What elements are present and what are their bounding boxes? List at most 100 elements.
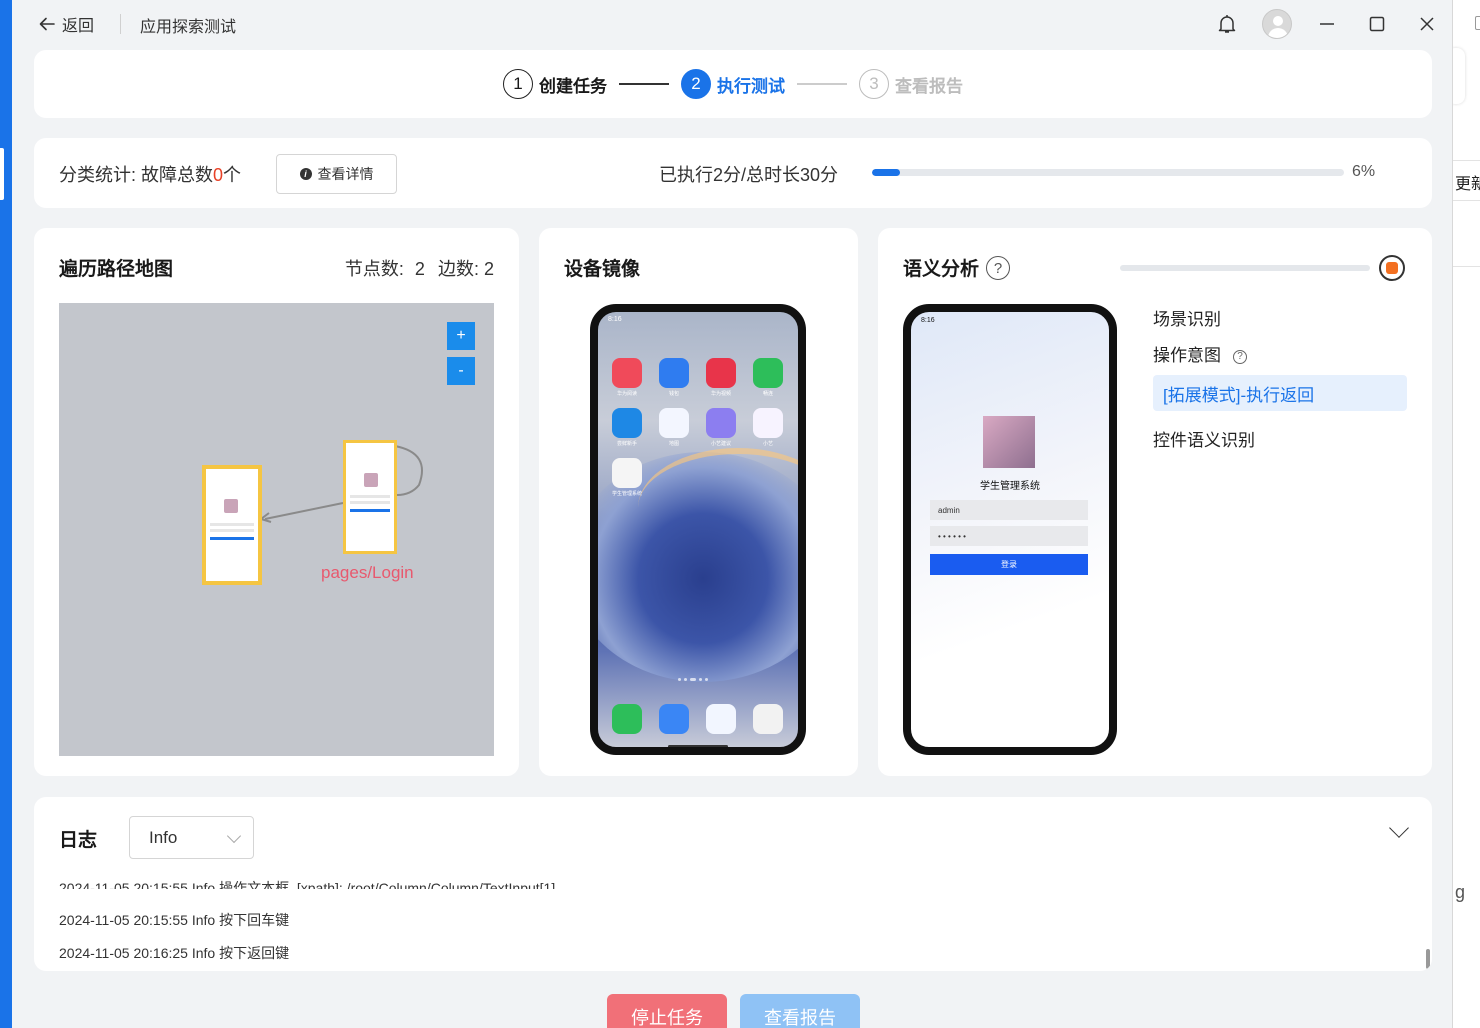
- user-avatar-button[interactable]: [1252, 0, 1302, 48]
- camera-app-icon[interactable]: [753, 704, 783, 734]
- log-line: 2024-11-05 20:15:55 Info 按下回车键: [59, 912, 290, 928]
- step-view-report: 3 查看报告: [859, 69, 963, 99]
- node-count-label: 节点数:: [344, 259, 404, 279]
- graph-node-selected[interactable]: [202, 465, 262, 585]
- book-app-icon[interactable]: [612, 358, 642, 388]
- log-level-select[interactable]: Info: [129, 816, 254, 859]
- step-number: 3: [859, 69, 889, 99]
- device-mirror-title: 设备镜像: [564, 259, 641, 280]
- update-text-fragment: 更新: [1455, 176, 1480, 193]
- divider: [1453, 160, 1480, 161]
- graph-counts: 节点数: 2 边数: 2: [345, 255, 494, 281]
- log-panel: 日志 Info 2024-11-05 20:15:55 Info 操作文本框, …: [34, 797, 1432, 971]
- app-caption: 钱包: [668, 391, 679, 397]
- view-details-button[interactable]: i 查看详情: [276, 154, 397, 194]
- background-window-edge: 更新 g: [1452, 0, 1480, 1028]
- login-button: 登录: [930, 554, 1088, 575]
- semantic-progress-bar: [1120, 265, 1370, 271]
- divider: [1453, 200, 1480, 201]
- sms-app-icon[interactable]: [659, 704, 689, 734]
- back-label: 返回: [62, 18, 95, 35]
- notification-bell-button[interactable]: [1202, 0, 1252, 48]
- beta-app-icon[interactable]: [612, 408, 642, 438]
- maximize-icon: [1369, 16, 1385, 32]
- semantic-title: 语义分析: [903, 259, 980, 280]
- node-count: 2: [414, 259, 425, 279]
- left-window-notch: [0, 148, 4, 200]
- fault-summary: 分类统计: 故障总数0个: [59, 161, 241, 187]
- phone-app-icon[interactable]: [612, 704, 642, 734]
- app-caption: 地图: [668, 441, 679, 447]
- background-card: [1453, 48, 1465, 104]
- step-connector: [619, 83, 669, 85]
- titlebar-controls: [1202, 0, 1452, 48]
- statistics-bar: 分类统计: 故障总数0个 i 查看详情 已执行2分/总时长30分 6%: [34, 138, 1432, 208]
- edge-count: 2: [483, 259, 494, 279]
- scene-recognition-label: 场景识别: [1153, 310, 1221, 329]
- view-report-button[interactable]: 查看报告: [740, 994, 860, 1028]
- app-window: 返回 应用探索测试 1 创建任务 2 执行测试 3 查看报告 分类统计: 故障总…: [12, 0, 1452, 1028]
- step-label: 创建任务: [539, 76, 607, 96]
- self-loop-edge: [394, 445, 423, 496]
- step-number: 2: [681, 69, 711, 99]
- log-title: 日志: [59, 830, 98, 851]
- close-button[interactable]: [1402, 0, 1452, 48]
- avatar: [1262, 9, 1292, 39]
- help-icon[interactable]: ?: [986, 256, 1010, 280]
- log-scrollbar[interactable]: [1426, 949, 1430, 969]
- app-caption: 华为视频: [710, 391, 731, 397]
- path-map-title: 遍历路径地图: [59, 259, 174, 280]
- status-time: 8:16: [608, 316, 622, 323]
- step-label: 查看报告: [895, 76, 963, 96]
- home-indicator: [668, 745, 728, 747]
- minimize-button[interactable]: [1302, 0, 1352, 48]
- help-icon[interactable]: ?: [1233, 350, 1247, 364]
- maximize-button[interactable]: [1352, 0, 1402, 48]
- operation-intent-label: 操作意图: [1153, 346, 1221, 365]
- browser-app-icon[interactable]: [706, 704, 736, 734]
- status-time: 8:16: [921, 317, 935, 324]
- titlebar-divider: [120, 14, 121, 34]
- window-box-icon: [1475, 16, 1480, 30]
- stop-icon: [1386, 262, 1398, 274]
- widget-semantic-label: 控件语义识别: [1153, 431, 1255, 450]
- stop-task-button[interactable]: 停止任务: [607, 994, 727, 1028]
- log-line: 2024-11-05 20:15:55 Info 操作文本框, [xpath]:…: [59, 880, 556, 889]
- app-caption: 华为阅读: [616, 391, 637, 397]
- username-field: admin: [930, 500, 1088, 520]
- execution-progress-percent: 6%: [1352, 163, 1376, 180]
- app-title: 应用探索测试: [140, 19, 237, 36]
- progress-steps: 1 创建任务 2 执行测试 3 查看报告: [34, 50, 1432, 118]
- message-app-icon[interactable]: [753, 358, 783, 388]
- g-text-fragment: g: [1455, 882, 1466, 902]
- left-window-edge: [0, 0, 12, 1028]
- execution-progress-bar: [872, 169, 1344, 176]
- bell-icon: [1218, 15, 1236, 33]
- video-app-icon[interactable]: [706, 358, 736, 388]
- step-execute-test: 2 执行测试: [681, 69, 785, 99]
- log-line: 2024-11-05 20:16:25 Info 按下返回键: [59, 945, 290, 961]
- stop-analysis-button[interactable]: [1379, 255, 1405, 281]
- back-button[interactable]: 返回: [38, 12, 94, 36]
- app-title-text: 学生管理系统: [980, 481, 1040, 492]
- collapse-chevron-icon[interactable]: [1389, 818, 1409, 838]
- map-app-icon[interactable]: [659, 408, 689, 438]
- assistant-app-icon[interactable]: [753, 408, 783, 438]
- device-mirror-screen[interactable]: 8:16 华为阅读 钱包 华为视频 畅连 尝鲜新手 地图 小艺建议 小艺 学生管…: [590, 304, 806, 755]
- path-map-canvas[interactable]: + - pages/Login: [59, 303, 494, 756]
- device-mirror-panel: 设备镜像 8:16 华为阅读 钱包 华为视频 畅连 尝鲜新手 地图 小艺建议 小…: [539, 228, 858, 776]
- suggest-app-icon[interactable]: [706, 408, 736, 438]
- fault-count: 0: [213, 165, 224, 185]
- view-details-label: 查看详情: [317, 166, 374, 182]
- wallet-app-icon[interactable]: [659, 358, 689, 388]
- student-app-icon[interactable]: [612, 458, 642, 488]
- operation-intent-row: 操作意图?: [1153, 341, 1247, 366]
- app-caption: 尝鲜新手: [616, 441, 637, 447]
- graph-node-login[interactable]: [343, 440, 397, 554]
- semantic-analysis-panel: 语义分析 ? 8:16 学生管理系统 admin • • • • • • 登录 …: [878, 228, 1432, 776]
- edge-line: [264, 502, 344, 520]
- operation-intent-value: [拓展模式]-执行返回: [1153, 375, 1407, 411]
- app-caption: 畅连: [762, 391, 773, 397]
- app-caption: 小艺: [762, 441, 773, 447]
- execution-progress-fill: [872, 169, 901, 176]
